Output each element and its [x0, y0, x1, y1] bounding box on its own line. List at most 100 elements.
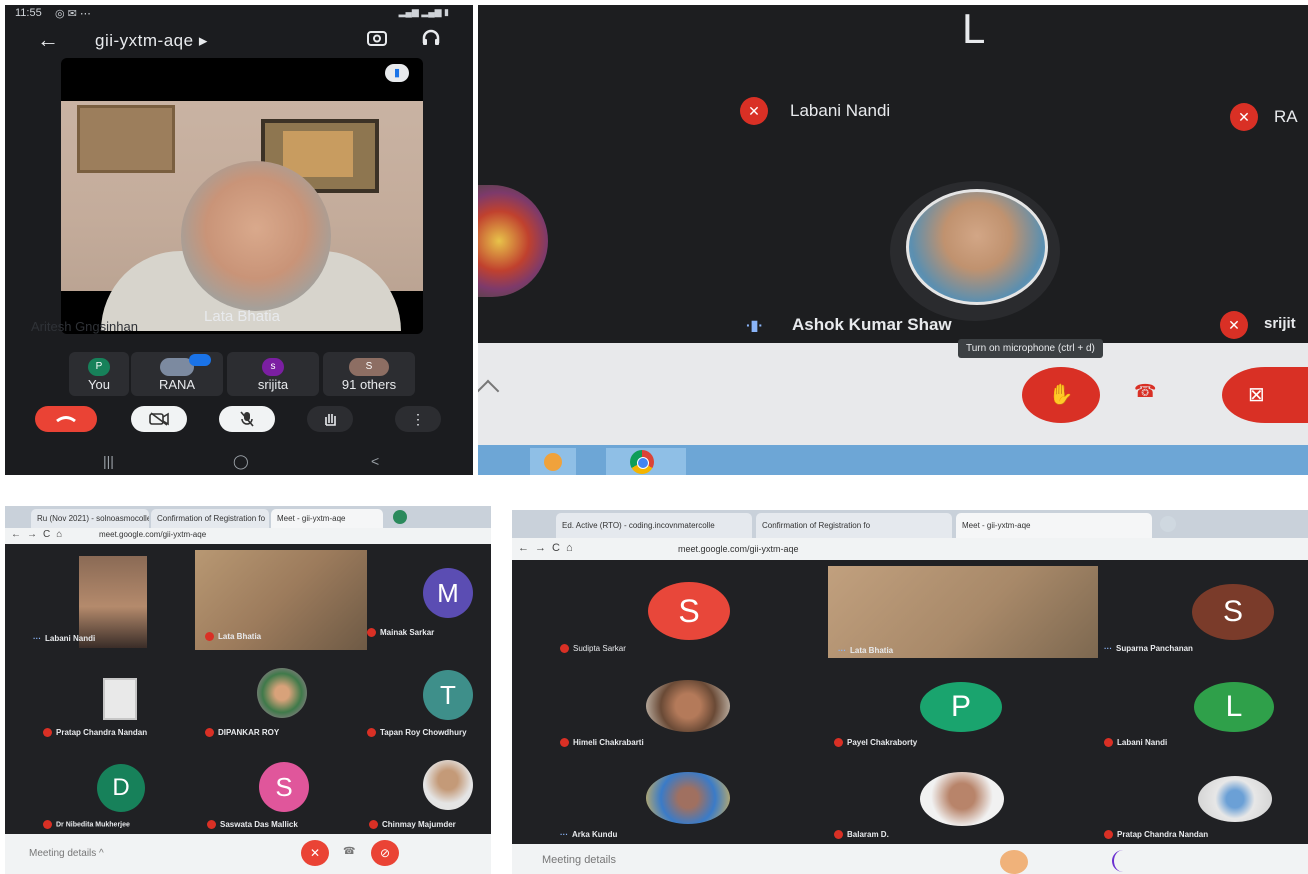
participant-name: ··· Arka Kundu	[560, 830, 618, 839]
end-call-button[interactable]	[35, 406, 97, 432]
participant-video	[61, 101, 423, 331]
hang-up-icon	[56, 416, 76, 423]
participant-video	[828, 566, 1098, 658]
participant-name: DIPANKAR ROY	[205, 728, 279, 738]
headphones-icon[interactable]	[421, 29, 441, 47]
pin-icon[interactable]: ▮	[385, 64, 409, 82]
mic-off-icon: ✕	[309, 846, 321, 860]
participant-avatar	[478, 185, 548, 297]
more-vert-icon: ⋮	[411, 410, 425, 427]
browser-tab[interactable]: Ru (Nov 2021) - solnoasmocolle	[31, 509, 149, 528]
wall-frame	[77, 105, 175, 173]
more-options-button[interactable]: ⋮	[395, 406, 441, 432]
participant-chip-srijita[interactable]: s srijita	[227, 352, 319, 396]
browser-tab[interactable]: Confirmation of Registration fo	[756, 513, 952, 538]
mic-tooltip: Turn on microphone (ctrl + d)	[958, 339, 1103, 358]
new-tab-icon[interactable]	[393, 510, 407, 524]
raise-hand-icon	[325, 414, 336, 426]
hang-up-icon: ☎	[1134, 381, 1157, 401]
participant-photo	[1198, 776, 1272, 822]
address-bar[interactable]: ←→C⌂ meet.google.com/gii-yxtm-aqe	[512, 538, 1308, 560]
switch-camera-icon[interactable]	[367, 29, 387, 47]
participant-photo	[103, 678, 137, 720]
windows-taskbar	[478, 445, 1308, 475]
nav-home-button[interactable]: ◯	[233, 453, 249, 470]
participant-avatar	[423, 760, 473, 810]
letter-tile: L	[962, 5, 986, 52]
camera-toggle-button[interactable]	[131, 406, 187, 432]
participant-chip-rana[interactable]: RANA	[131, 352, 223, 396]
meet-grid-right-photo: Ed. Active (RTO) - coding.incovnmatercol…	[512, 510, 1308, 874]
participant-name: Pratap Chandra Nandan	[43, 728, 147, 738]
cursor-mark	[1112, 850, 1134, 872]
participant-name: Pratap Chandra Nandan	[1104, 830, 1208, 840]
main-video-tile[interactable]: ▮ Lata Bhatia	[61, 58, 423, 334]
chip-label: RANA	[158, 377, 196, 392]
avatar: P	[920, 682, 1002, 732]
participant-name: srijit	[1264, 315, 1296, 332]
participant-avatar	[646, 680, 730, 732]
participant-name: Ashok Kumar Shaw	[792, 315, 952, 334]
meeting-code-title[interactable]: gii-yxtm-aqe ▸	[95, 31, 208, 51]
participant-avatar	[906, 189, 1048, 305]
mic-muted-icon: ✕	[1220, 311, 1248, 339]
meeting-details-link[interactable]: Meeting details ^	[29, 848, 104, 859]
desktop-meet-photo: L ✕ Labani Nandi ✕ RA ·▮· Ashok Kumar Sh…	[478, 5, 1308, 475]
taskbar-app[interactable]	[530, 448, 576, 475]
avatar: S	[1192, 584, 1274, 640]
chrome-icon	[630, 450, 654, 474]
camera-toggle-button[interactable]: ⊘	[371, 840, 399, 866]
avatar: s	[262, 358, 284, 376]
address-bar[interactable]: ←→C⌂ meet.google.com/gii-yxtm-aqe	[5, 528, 491, 544]
back-arrow-icon[interactable]: ←	[37, 27, 59, 53]
avatar: M	[423, 568, 473, 618]
meeting-details-link[interactable]: Meeting details	[542, 854, 616, 866]
participant-name: Chinmay Majumder	[369, 820, 456, 830]
browser-tab[interactable]: Confirmation of Registration fo	[151, 509, 269, 528]
app-icon	[544, 453, 562, 471]
meeting-bottom-bar: Meeting details	[512, 844, 1308, 874]
mic-toggle-button[interactable]	[219, 406, 275, 432]
mic-toggle-button[interactable]: ✕	[301, 840, 329, 866]
avatar: L	[1194, 682, 1274, 732]
status-icons: ◎ ✉ ⋯	[55, 8, 91, 20]
camera-off-icon: ⊘	[379, 846, 391, 860]
mic-off-icon	[240, 411, 254, 427]
status-time: 11:55	[15, 7, 42, 19]
participant-chip-others[interactable]: S 91 others	[323, 352, 415, 396]
signal-icon: ▂▄▆ ▂▄▆ ▮	[398, 7, 449, 17]
mic-off-icon: ✋	[1048, 384, 1074, 406]
avatar: P	[88, 358, 110, 376]
nav-arrows-icon[interactable]: ←→C⌂	[11, 529, 68, 540]
taskbar-chrome[interactable]	[606, 448, 686, 475]
participant-face	[181, 161, 331, 311]
speaking-indicator-icon	[189, 354, 211, 366]
raise-hand-button[interactable]	[307, 406, 353, 432]
participant-name: Mainak Sarkar	[367, 628, 434, 638]
browser-tabs: Ed. Active (RTO) - coding.incovnmatercol…	[512, 510, 1308, 538]
camera-off-icon: ⊠	[1248, 384, 1265, 406]
new-tab-icon[interactable]	[1160, 516, 1176, 532]
participant-avatar	[920, 772, 1004, 826]
browser-tab[interactable]: Ed. Active (RTO) - coding.incovnmatercol…	[556, 513, 752, 538]
nav-recents-button[interactable]: |||	[103, 453, 114, 469]
nav-arrows-icon[interactable]: ←→C⌂	[518, 542, 579, 554]
camera-toggle-button[interactable]: ⊠	[1222, 367, 1308, 423]
chip-label: srijita	[257, 377, 289, 392]
end-call-button[interactable]: ☎	[343, 846, 355, 857]
mic-toggle-button[interactable]: ✋	[1022, 367, 1100, 423]
participant-avatar	[257, 668, 307, 718]
end-call-button[interactable]: ☎	[1134, 381, 1156, 402]
nav-back-button[interactable]: <	[371, 453, 379, 469]
participant-avatar	[646, 772, 730, 824]
bottom-control-bar	[478, 343, 1308, 455]
participant-name: Labani Nandi	[790, 101, 891, 120]
participant-name: Lata Bhatia	[205, 632, 261, 642]
avatar: D	[97, 764, 145, 812]
browser-tab-active[interactable]: Meet - gii-yxtm-aqe	[271, 509, 383, 528]
browser-tab-active[interactable]: Meet - gii-yxtm-aqe	[956, 513, 1152, 538]
url-text: meet.google.com/gii-yxtm-aqe	[99, 530, 207, 539]
participant-chip-you[interactable]: P You	[69, 352, 129, 396]
ghost-name-text: Aritesh Gngsinhan	[31, 319, 138, 334]
mic-toggle-button[interactable]	[1000, 850, 1028, 874]
